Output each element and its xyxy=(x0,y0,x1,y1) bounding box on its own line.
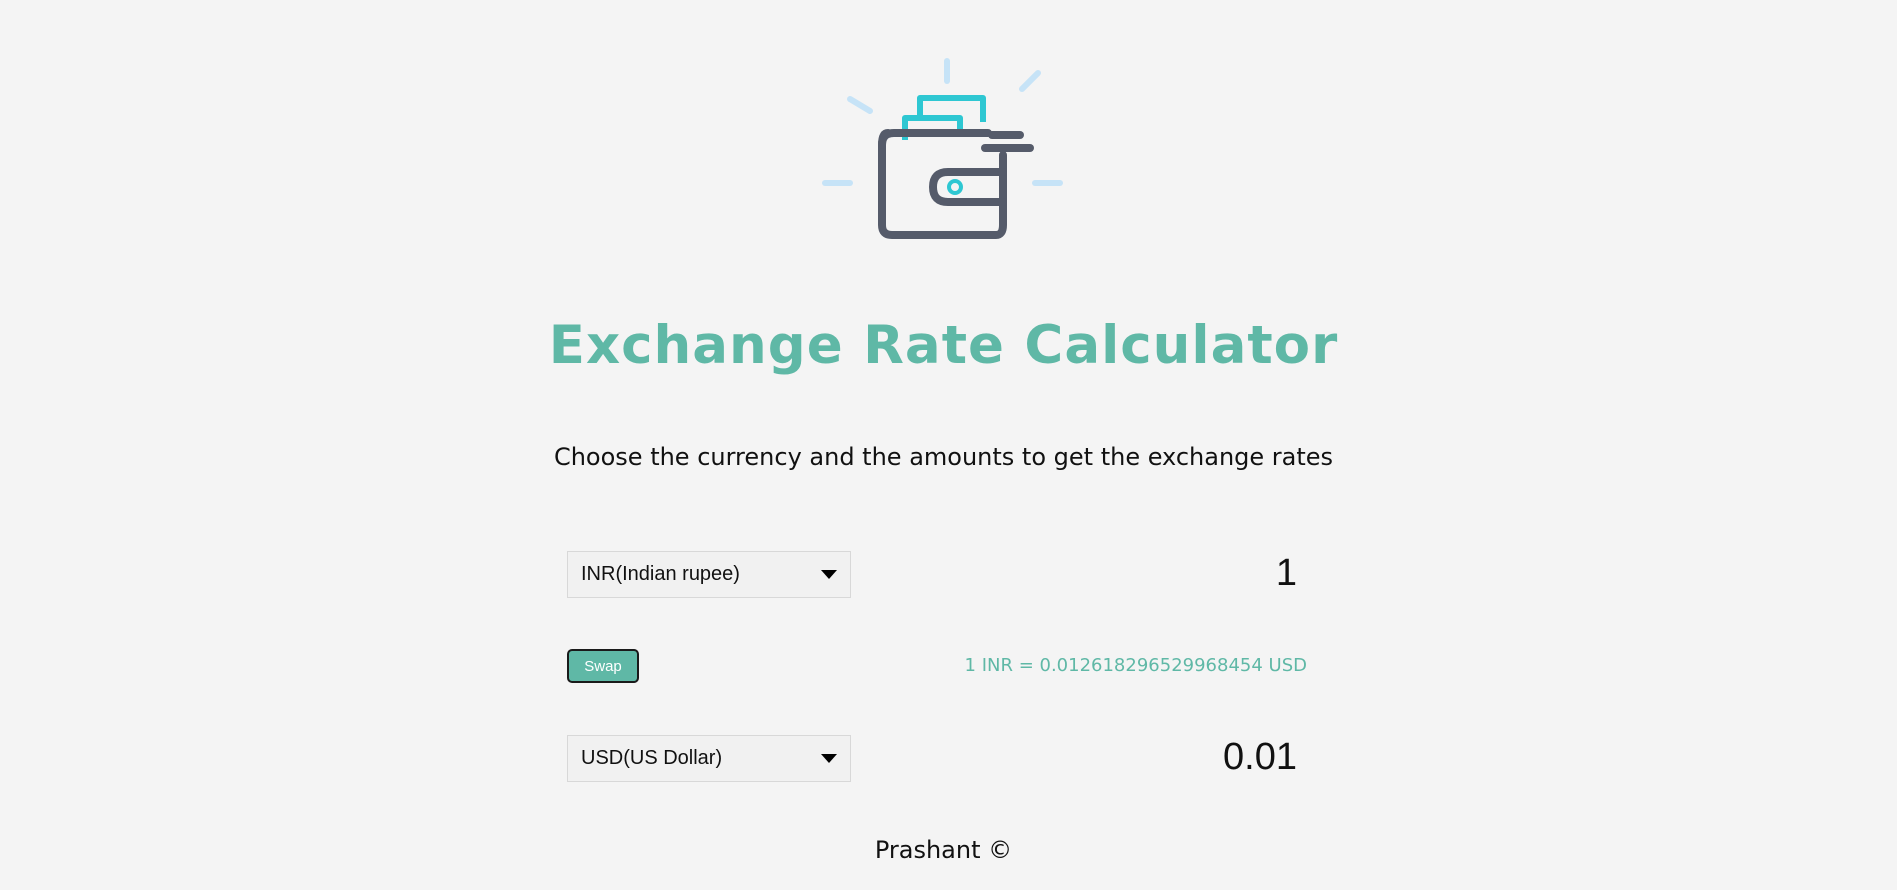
to-currency-select[interactable]: USD(US Dollar) xyxy=(567,735,851,782)
from-currency-select[interactable]: INR(Indian rupee) xyxy=(567,551,851,598)
to-amount-input[interactable]: 0.01 xyxy=(997,736,1297,779)
chevron-down-icon xyxy=(821,570,837,579)
from-currency-value: INR(Indian rupee) xyxy=(581,563,740,585)
to-currency-value: USD(US Dollar) xyxy=(581,747,723,769)
swap-button[interactable]: Swap xyxy=(567,649,639,683)
from-amount-input[interactable]: 1 xyxy=(997,552,1297,595)
footer-credit: Prashant © xyxy=(874,836,1013,864)
page: Exchange Rate Calculator Choose the curr… xyxy=(0,0,1897,890)
page-subtitle: Choose the currency and the amounts to g… xyxy=(553,443,1334,471)
page-title: Exchange Rate Calculator xyxy=(548,315,1339,376)
exchange-rate-text: 1 INR = 0.012618296529968454 USD xyxy=(964,655,1307,676)
chevron-down-icon xyxy=(821,754,837,763)
wallet-icon xyxy=(822,58,1063,239)
